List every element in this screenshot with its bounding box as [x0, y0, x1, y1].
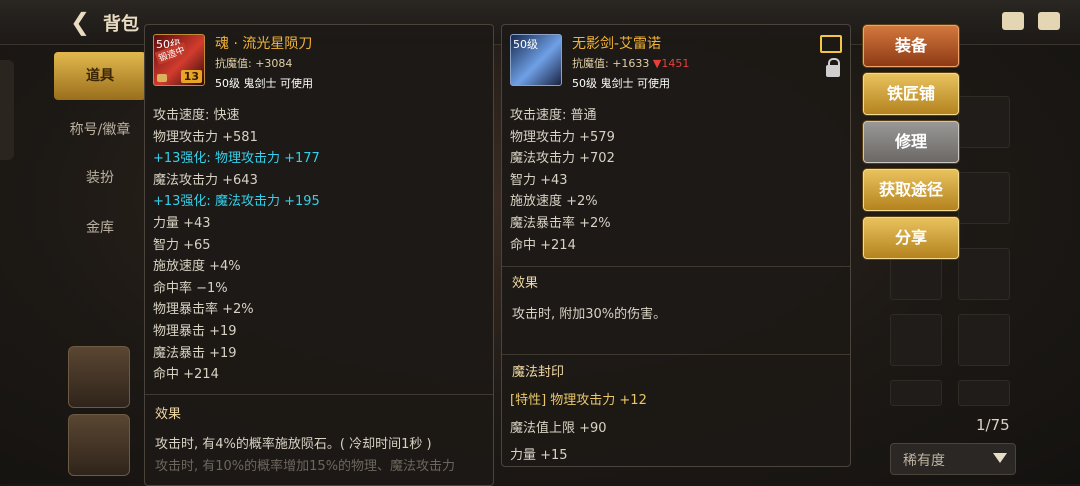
- level-requirement: 50级 鬼剑士 可使用: [572, 77, 670, 90]
- seal-line: [特性] 物理攻击力 +12: [510, 393, 647, 408]
- blacksmith-button[interactable]: 铁匠铺: [863, 73, 959, 115]
- seal-title: 魔法封印: [512, 365, 565, 380]
- inventory-slot[interactable]: [958, 96, 1010, 148]
- lock-icon: [157, 74, 167, 82]
- shortcut-icon[interactable]: [68, 346, 130, 408]
- stat-line: 魔法暴击率 +2%: [510, 215, 611, 231]
- sword-icon: 50级: [510, 34, 562, 86]
- item-name: 魂 · 流光星陨刀: [215, 36, 313, 52]
- item-tooltip-selected: 50级 锻造中 13 魂 · 流光星陨刀 抗魔值: +3084 50级 鬼剑士 …: [144, 24, 494, 486]
- stat-line: 智力 +43: [510, 172, 568, 188]
- stat-list: 攻击速度: 快速物理攻击力 +581 +13强化: 物理攻击力 +177 魔法攻击力…: [153, 105, 320, 386]
- level-badge: 50级: [513, 38, 538, 51]
- source-button[interactable]: 获取途径: [863, 169, 959, 211]
- tab-avatar[interactable]: 装扮: [54, 154, 146, 202]
- effect-text: 攻击时, 附加30%的伤害。: [512, 307, 667, 322]
- inventory-slot[interactable]: [958, 314, 1010, 366]
- left-edge-handle[interactable]: [0, 60, 14, 160]
- divider: [145, 394, 493, 395]
- inventory-slot[interactable]: [890, 314, 942, 366]
- effect-text: 攻击时, 有4%的概率施放陨石。( 冷却时间1秒 ): [155, 437, 432, 452]
- stat-line: 命中 +214: [153, 367, 219, 383]
- lock-icon[interactable]: [826, 58, 840, 77]
- stat-line: 力量 +43: [153, 215, 211, 231]
- back-arrow-icon[interactable]: ❮: [70, 8, 98, 36]
- stat-line: 物理攻击力 +581: [153, 129, 258, 145]
- inventory-slot[interactable]: [958, 172, 1010, 224]
- page-count: 1/75: [976, 416, 1010, 434]
- level-requirement: 50级 鬼剑士 可使用: [215, 77, 313, 90]
- swap-icon[interactable]: [820, 35, 842, 53]
- share-button[interactable]: 分享: [863, 217, 959, 259]
- stat-line: 施放速度 +2%: [510, 194, 598, 210]
- divider: [502, 354, 850, 355]
- chevron-down-icon: [993, 453, 1007, 463]
- chat-icon[interactable]: [1038, 12, 1060, 30]
- inventory-slot[interactable]: [958, 248, 1010, 300]
- tab-titles-badges[interactable]: 称号/徽章: [54, 106, 146, 154]
- stat-line: +13强化: 魔法攻击力 +195: [153, 194, 320, 210]
- seal-line: 力量 +15: [510, 448, 568, 463]
- divider: [502, 266, 850, 267]
- inventory-slot[interactable]: [958, 380, 1010, 406]
- item-tooltip-equipped: 50级 无影剑-艾雷诺 抗魔值: +1633 ▼1451 50级 鬼剑士 可使用…: [501, 24, 851, 467]
- stat-line: 命中 +214: [510, 237, 576, 253]
- sidebar: 道具 称号/徽章 装扮 金库: [54, 50, 146, 484]
- item-name: 无影剑-艾雷诺: [572, 36, 662, 52]
- sort-label: 稀有度: [903, 453, 945, 469]
- sword-icon: 50级 锻造中 13: [153, 34, 205, 86]
- stat-line: 命中率 −1%: [153, 280, 228, 296]
- tab-vault[interactable]: 金库: [54, 204, 146, 252]
- seal-line: 魔法值上限 +90: [510, 421, 607, 436]
- resist-value: 抗魔值: +3084: [215, 57, 293, 70]
- top-icons: [1002, 12, 1060, 30]
- enhance-badge: 13: [180, 70, 202, 83]
- resist-value: 抗魔值: +1633 ▼1451: [572, 57, 690, 70]
- stat-line: 智力 +65: [153, 237, 211, 253]
- stat-line: 攻击速度: 快速: [153, 108, 240, 123]
- effect-title: 效果: [512, 276, 539, 291]
- stat-line: 物理攻击力 +579: [510, 129, 615, 145]
- mail-icon[interactable]: [1002, 12, 1024, 30]
- repair-button[interactable]: 修理: [863, 121, 959, 163]
- page-title: 背包: [103, 14, 139, 35]
- shortcut-icon[interactable]: [68, 414, 130, 476]
- inventory-slot[interactable]: [890, 380, 942, 406]
- stat-line: 魔法攻击力 +643: [153, 172, 258, 188]
- sort-dropdown[interactable]: 稀有度: [890, 443, 1016, 475]
- stat-line: 魔法暴击 +19: [153, 345, 237, 361]
- equip-button[interactable]: 装备: [863, 25, 959, 67]
- tab-items[interactable]: 道具: [54, 52, 146, 100]
- stat-line: 魔法攻击力 +702: [510, 151, 615, 167]
- stat-line: +13强化: 物理攻击力 +177: [153, 151, 320, 167]
- stat-list: 攻击速度: 普通物理攻击力 +579 魔法攻击力 +702 智力 +43 施放速度 +…: [510, 105, 615, 256]
- stat-line: 物理暴击率 +2%: [153, 302, 254, 318]
- effect-text: 攻击时, 有10%的概率增加15%的物理、魔法攻击力: [155, 459, 456, 474]
- stat-line: 攻击速度: 普通: [510, 108, 597, 123]
- effect-title: 效果: [155, 407, 182, 422]
- stat-line: 物理暴击 +19: [153, 323, 237, 339]
- stat-line: 施放速度 +4%: [153, 259, 241, 275]
